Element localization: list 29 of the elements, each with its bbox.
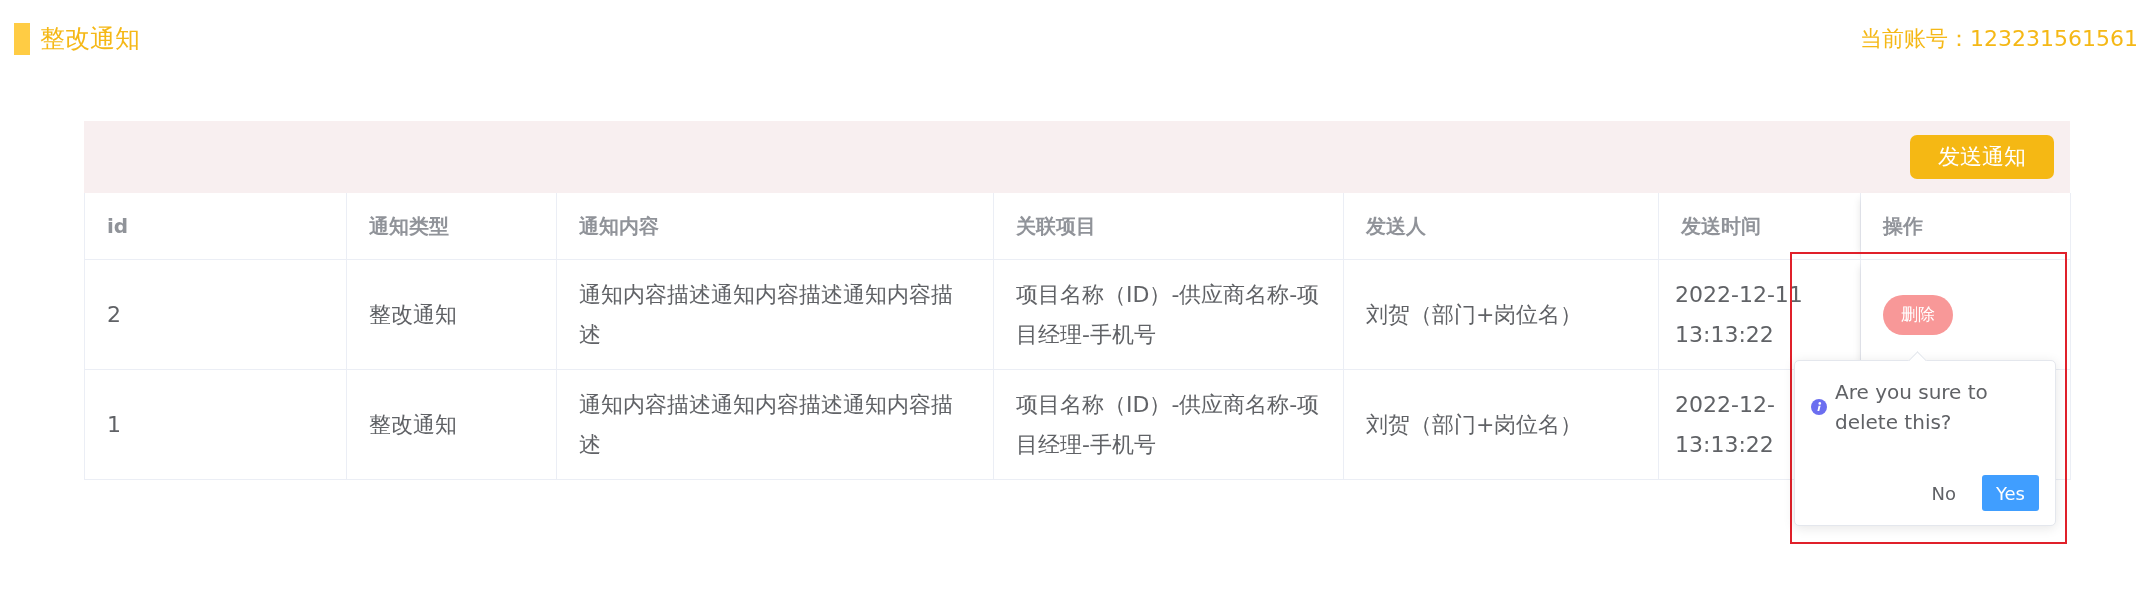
column-header: 发送时间 xyxy=(1659,193,1861,260)
table-cell: 刘贺（部门+岗位名） xyxy=(1344,260,1659,370)
table-cell: 通知内容描述通知内容描述通知内容描述 xyxy=(557,260,994,370)
table-cell: 通知内容描述通知内容描述通知内容描述 xyxy=(557,370,994,480)
table-cell: 整改通知 xyxy=(347,370,557,480)
confirm-message: Are you sure to delete this? xyxy=(1835,379,1989,436)
table-cell: 1 xyxy=(85,370,347,480)
title-marker xyxy=(14,22,30,55)
time-text: 13:13:22 xyxy=(1675,320,1774,349)
time-text: 13:13:22 xyxy=(1675,430,1774,459)
column-header: 关联项目 xyxy=(994,193,1344,260)
column-header: id xyxy=(85,193,347,260)
delete-button[interactable]: 删除 xyxy=(1883,294,1953,335)
table-cell: 2 xyxy=(85,260,347,370)
date-text: 2022-12- xyxy=(1675,390,1775,419)
table-cell: 项目名称（ID）-供应商名称-项目经理-手机号 xyxy=(994,370,1344,480)
confirm-button[interactable]: Yes xyxy=(1981,475,2039,511)
cancel-button[interactable]: No xyxy=(1919,475,1968,511)
send-notice-button[interactable]: 发送通知 xyxy=(1910,135,2054,179)
table-cell: 刘贺（部门+岗位名） xyxy=(1344,370,1659,480)
column-header: 操作 xyxy=(1861,193,2071,260)
account-label: 当前账号：123231561561 xyxy=(1860,24,2138,53)
column-header: 发送人 xyxy=(1344,193,1659,260)
table-cell: 项目名称（ID）-供应商名称-项目经理-手机号 xyxy=(994,260,1344,370)
info-icon xyxy=(1811,399,1827,415)
page-title: 整改通知 xyxy=(40,23,140,55)
table-cell: 整改通知 xyxy=(347,260,557,370)
column-header: 通知内容 xyxy=(557,193,994,260)
column-header: 通知类型 xyxy=(347,193,557,260)
